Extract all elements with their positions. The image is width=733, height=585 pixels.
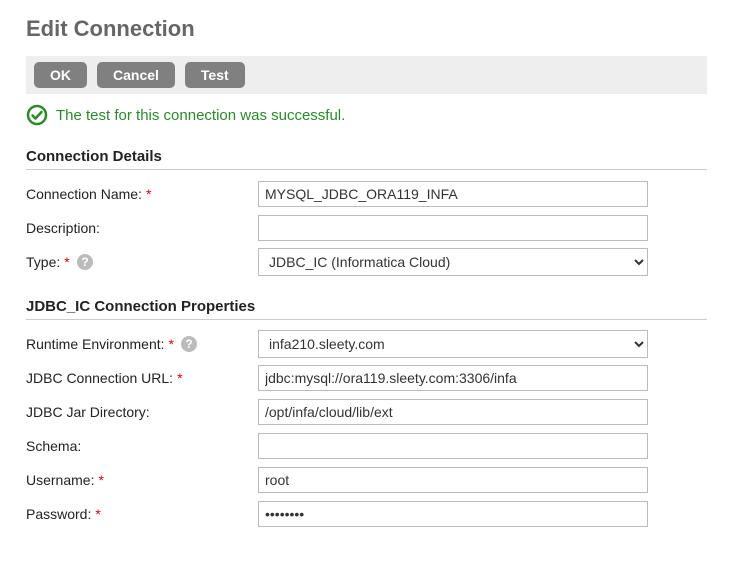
cancel-button[interactable]: Cancel <box>97 62 175 88</box>
label-text: JDBC Jar Directory: <box>26 404 150 420</box>
required-marker: * <box>146 186 151 202</box>
required-marker: * <box>64 254 69 270</box>
row-username: Username:* <box>26 466 707 494</box>
label-text: Type: <box>26 254 60 270</box>
row-jdbc-jar: JDBC Jar Directory: <box>26 398 707 426</box>
row-jdbc-url: JDBC Connection URL:* <box>26 364 707 392</box>
label-description: Description: <box>26 220 258 236</box>
label-text: Connection Name: <box>26 186 142 202</box>
label-text: Schema: <box>26 438 81 454</box>
required-marker: * <box>95 506 100 522</box>
row-type: Type:* ? JDBC_IC (Informatica Cloud) <box>26 248 707 276</box>
label-password: Password:* <box>26 506 258 522</box>
label-jdbc-jar: JDBC Jar Directory: <box>26 404 258 420</box>
required-marker: * <box>177 370 182 386</box>
status-message: The test for this connection was success… <box>56 107 345 124</box>
test-button[interactable]: Test <box>185 62 245 88</box>
section-header-jdbc: JDBC_IC Connection Properties <box>26 298 707 320</box>
connection-name-input[interactable] <box>258 181 648 207</box>
label-jdbc-url: JDBC Connection URL:* <box>26 370 258 386</box>
label-username: Username:* <box>26 472 258 488</box>
label-text: JDBC Connection URL: <box>26 370 173 386</box>
label-text: Password: <box>26 506 91 522</box>
row-description: Description: <box>26 214 707 242</box>
row-password: Password:* <box>26 500 707 528</box>
status-row: The test for this connection was success… <box>26 104 707 126</box>
row-connection-name: Connection Name:* <box>26 180 707 208</box>
row-runtime-env: Runtime Environment:* ? infa210.sleety.c… <box>26 330 707 358</box>
jdbc-url-input[interactable] <box>258 365 648 391</box>
label-type: Type:* ? <box>26 253 258 271</box>
section-header-details: Connection Details <box>26 148 707 170</box>
row-schema: Schema: <box>26 432 707 460</box>
runtime-env-select[interactable]: infa210.sleety.com <box>258 330 648 358</box>
check-circle-icon <box>26 104 48 126</box>
button-bar: OK Cancel Test <box>26 56 707 94</box>
label-connection-name: Connection Name:* <box>26 186 258 202</box>
label-text: Description: <box>26 220 100 236</box>
label-text: Username: <box>26 472 94 488</box>
label-runtime-env: Runtime Environment:* ? <box>26 335 258 353</box>
help-icon[interactable]: ? <box>180 335 198 353</box>
schema-input[interactable] <box>258 433 648 459</box>
svg-text:?: ? <box>185 337 192 351</box>
label-text: Runtime Environment: <box>26 336 165 352</box>
username-input[interactable] <box>258 467 648 493</box>
required-marker: * <box>169 336 174 352</box>
svg-text:?: ? <box>81 255 88 269</box>
ok-button[interactable]: OK <box>34 62 87 88</box>
password-input[interactable] <box>258 501 648 527</box>
page-title: Edit Connection <box>26 16 707 42</box>
help-icon[interactable]: ? <box>76 253 94 271</box>
description-input[interactable] <box>258 215 648 241</box>
type-select[interactable]: JDBC_IC (Informatica Cloud) <box>258 248 648 276</box>
jdbc-jar-input[interactable] <box>258 399 648 425</box>
label-schema: Schema: <box>26 438 258 454</box>
required-marker: * <box>98 472 103 488</box>
